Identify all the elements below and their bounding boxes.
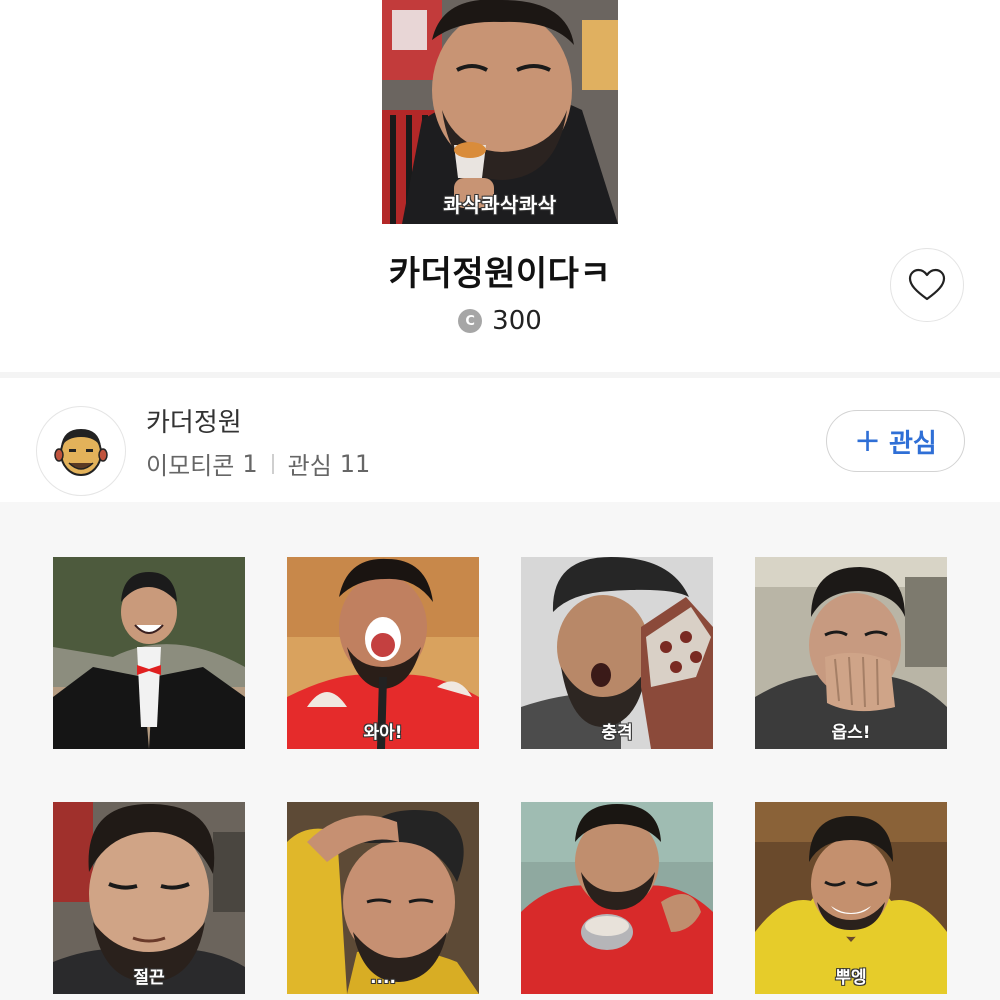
stats-divider: [271, 453, 274, 474]
sticker-item[interactable]: 읍스!: [755, 557, 947, 749]
sticker-item[interactable]: ....: [287, 802, 479, 994]
price-value: 300: [492, 306, 542, 336]
sticker-caption: 절끈: [133, 968, 165, 988]
like-button[interactable]: [890, 248, 964, 322]
coin-icon: C: [458, 309, 483, 333]
author-stats: 이모티콘 1 관심 11: [146, 446, 370, 481]
sticker-item[interactable]: [53, 557, 245, 749]
follower-count-label: 관심: [287, 452, 332, 480]
author-avatar[interactable]: [36, 406, 126, 496]
follow-button-label: 관심: [888, 428, 937, 459]
sticker-image: [521, 802, 713, 994]
author-section: 카더정원 이모티콘 1 관심 11 + 관심: [0, 378, 1000, 502]
sticker-item[interactable]: 뿌엥: [755, 802, 947, 994]
emoticon-title: 카더정원이다ㅋ: [388, 254, 612, 294]
sticker-item[interactable]: [521, 802, 713, 994]
sticker-item[interactable]: 충격: [521, 557, 713, 749]
emoticon-count-value: 1: [242, 449, 258, 478]
thumbnail-caption: 콰삭콰삭콰삭: [443, 193, 557, 217]
sticker-item[interactable]: 절끈: [53, 802, 245, 994]
sticker-image: [287, 802, 479, 994]
sticker-caption: 충격: [601, 723, 633, 743]
follower-count-value: 11: [339, 449, 371, 478]
follow-button[interactable]: + 관심: [826, 410, 965, 472]
sticker-item[interactable]: 와아!: [287, 557, 479, 749]
emoticon-count-label: 이모티콘: [146, 452, 235, 480]
sticker-image: [53, 557, 245, 749]
heart-icon: [908, 268, 946, 301]
avatar-face-icon: [54, 429, 108, 476]
sticker-caption: 뿌엥: [835, 968, 867, 988]
sticker-caption: ....: [370, 968, 396, 988]
emoticon-thumbnail[interactable]: 콰삭콰삭콰삭: [382, 0, 618, 224]
emoticon-header: 콰삭콰삭콰삭 카더정원이다ㅋ C 300: [0, 0, 1000, 372]
plus-icon: +: [854, 420, 881, 459]
sticker-grid: 와아! 충격 읍스! 절끈 .... 뿌엥: [0, 502, 1000, 1000]
price-row: C 300: [0, 306, 1000, 336]
sticker-caption: 읍스!: [831, 723, 871, 743]
sticker-caption: 와아!: [363, 723, 403, 743]
author-name[interactable]: 카더정원: [146, 402, 242, 439]
